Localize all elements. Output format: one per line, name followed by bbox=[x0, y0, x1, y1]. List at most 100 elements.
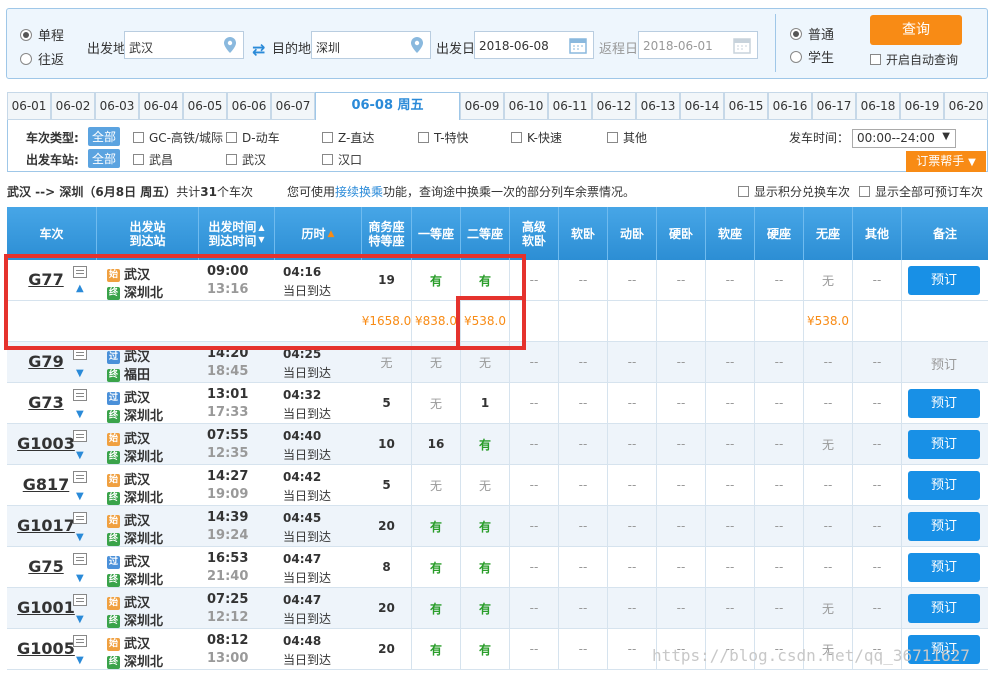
seat-availability[interactable]: -- bbox=[706, 547, 755, 587]
seat-availability[interactable]: -- bbox=[559, 260, 608, 300]
seat-availability[interactable]: -- bbox=[706, 424, 755, 464]
seat-availability[interactable]: -- bbox=[755, 465, 804, 505]
seat-availability[interactable]: -- bbox=[755, 547, 804, 587]
seat-availability[interactable]: 5 bbox=[362, 383, 412, 423]
seat-availability[interactable]: 无 bbox=[804, 424, 853, 464]
booking-helper-button[interactable]: 订票帮手 ▼ bbox=[906, 151, 986, 172]
seat-availability[interactable]: -- bbox=[755, 588, 804, 628]
seat-availability[interactable]: 无 bbox=[362, 342, 412, 382]
train-number-link[interactable]: G79 bbox=[15, 352, 77, 371]
chevron-down-icon[interactable]: ▼ bbox=[76, 409, 84, 420]
train-type-checkbox[interactable]: Z-直达 bbox=[322, 129, 374, 146]
seat-availability[interactable]: -- bbox=[559, 424, 608, 464]
train-type-checkbox[interactable]: T-特快 bbox=[418, 129, 469, 146]
seat-availability[interactable]: -- bbox=[706, 342, 755, 382]
return-date-input[interactable]: 2018-06-01 bbox=[638, 31, 758, 59]
swap-icon[interactable]: ⇄ bbox=[252, 40, 265, 59]
seat-availability[interactable]: -- bbox=[559, 383, 608, 423]
seat-availability[interactable]: -- bbox=[510, 342, 559, 382]
seat-availability[interactable]: -- bbox=[608, 465, 657, 505]
train-info-icon[interactable] bbox=[73, 635, 87, 647]
seat-availability[interactable]: 有 bbox=[412, 547, 461, 587]
seat-availability[interactable]: -- bbox=[559, 506, 608, 546]
calendar-icon[interactable] bbox=[733, 36, 751, 54]
seat-availability[interactable]: -- bbox=[853, 260, 902, 300]
search-button[interactable]: 查询 bbox=[870, 15, 962, 45]
seat-availability[interactable]: -- bbox=[657, 506, 706, 546]
date-tab[interactable]: 06-01 bbox=[7, 92, 51, 120]
seat-availability[interactable]: -- bbox=[657, 424, 706, 464]
date-tab[interactable]: 06-10 bbox=[504, 92, 548, 120]
seat-availability[interactable]: -- bbox=[853, 424, 902, 464]
seat-availability[interactable]: -- bbox=[559, 547, 608, 587]
train-type-checkbox[interactable]: K-快速 bbox=[511, 129, 562, 146]
seat-availability[interactable]: -- bbox=[510, 506, 559, 546]
seat-availability[interactable]: -- bbox=[608, 629, 657, 669]
seat-availability[interactable]: -- bbox=[853, 588, 902, 628]
date-tab[interactable]: 06-17 bbox=[812, 92, 856, 120]
train-number-link[interactable]: G817 bbox=[15, 475, 77, 494]
seat-availability[interactable]: 有 bbox=[461, 629, 510, 669]
seat-availability[interactable]: 有 bbox=[412, 506, 461, 546]
seat-availability[interactable]: -- bbox=[755, 506, 804, 546]
train-type-checkbox[interactable]: 其他 bbox=[607, 129, 647, 146]
station-checkbox[interactable]: 武昌 bbox=[133, 151, 173, 168]
train-type-checkbox[interactable]: GC-高铁/城际 bbox=[133, 129, 223, 146]
to-input[interactable]: 深圳 bbox=[311, 31, 431, 59]
seat-availability[interactable]: -- bbox=[755, 342, 804, 382]
seat-availability[interactable]: -- bbox=[510, 383, 559, 423]
seat-availability[interactable]: 无 bbox=[461, 342, 510, 382]
train-info-icon[interactable] bbox=[73, 389, 87, 401]
train-info-icon[interactable] bbox=[73, 348, 87, 360]
book-button[interactable]: 预订 bbox=[908, 471, 980, 500]
seat-availability[interactable]: -- bbox=[510, 629, 559, 669]
seat-availability[interactable]: 无 bbox=[412, 342, 461, 382]
seat-availability[interactable]: -- bbox=[706, 506, 755, 546]
seat-availability[interactable]: -- bbox=[510, 260, 559, 300]
chevron-up-icon[interactable]: ▲ bbox=[76, 283, 84, 294]
seat-availability[interactable]: -- bbox=[706, 588, 755, 628]
date-tab[interactable]: 06-05 bbox=[183, 92, 227, 120]
seat-availability[interactable]: -- bbox=[853, 547, 902, 587]
date-tab[interactable]: 06-20 bbox=[944, 92, 988, 120]
seat-availability[interactable]: -- bbox=[853, 342, 902, 382]
seat-availability[interactable]: -- bbox=[510, 465, 559, 505]
train-info-icon[interactable] bbox=[73, 266, 87, 278]
date-tab[interactable]: 06-06 bbox=[227, 92, 271, 120]
seat-availability[interactable]: -- bbox=[608, 506, 657, 546]
train-info-icon[interactable] bbox=[73, 471, 87, 483]
date-tab[interactable]: 06-12 bbox=[592, 92, 636, 120]
seat-availability[interactable]: 无 bbox=[804, 588, 853, 628]
points-trains-checkbox[interactable]: 显示积分兑换车次 bbox=[738, 183, 850, 200]
train-type-all-button[interactable]: 全部 bbox=[88, 127, 121, 146]
chevron-down-icon[interactable]: ▼ bbox=[76, 573, 84, 584]
seat-availability[interactable]: 20 bbox=[362, 629, 412, 669]
round-trip-radio[interactable]: 往返 bbox=[20, 49, 64, 68]
column-header[interactable]: 出发时间 到达时间 ▲ ▼ bbox=[199, 207, 275, 260]
seat-availability[interactable]: 20 bbox=[362, 506, 412, 546]
seat-availability[interactable]: -- bbox=[657, 383, 706, 423]
seat-availability[interactable]: -- bbox=[559, 588, 608, 628]
book-button[interactable]: 预订 bbox=[908, 512, 980, 541]
book-button[interactable]: 预订 bbox=[908, 594, 980, 623]
seat-availability[interactable]: 1 bbox=[461, 383, 510, 423]
book-button[interactable]: 预订 bbox=[908, 389, 980, 418]
chevron-down-icon[interactable]: ▼ bbox=[76, 368, 84, 379]
seat-availability[interactable]: 有 bbox=[412, 629, 461, 669]
seat-availability[interactable]: 有 bbox=[461, 588, 510, 628]
normal-passenger-radio[interactable]: 普通 bbox=[790, 24, 834, 43]
seat-availability[interactable]: -- bbox=[608, 383, 657, 423]
seat-availability[interactable]: -- bbox=[608, 260, 657, 300]
seat-availability[interactable]: -- bbox=[755, 424, 804, 464]
chevron-down-icon[interactable]: ▼ bbox=[76, 532, 84, 543]
seat-availability[interactable]: -- bbox=[804, 547, 853, 587]
all-bookable-checkbox[interactable]: 显示全部可预订车次 bbox=[859, 183, 983, 200]
seat-availability[interactable]: -- bbox=[510, 588, 559, 628]
seat-availability[interactable]: 无 bbox=[804, 260, 853, 300]
seat-availability[interactable]: -- bbox=[608, 424, 657, 464]
station-all-button[interactable]: 全部 bbox=[88, 149, 121, 168]
train-number-link[interactable]: G1017 bbox=[15, 516, 77, 535]
seat-availability[interactable]: 10 bbox=[362, 424, 412, 464]
date-tab[interactable]: 06-13 bbox=[636, 92, 680, 120]
chevron-down-icon[interactable]: ▼ bbox=[76, 614, 84, 625]
